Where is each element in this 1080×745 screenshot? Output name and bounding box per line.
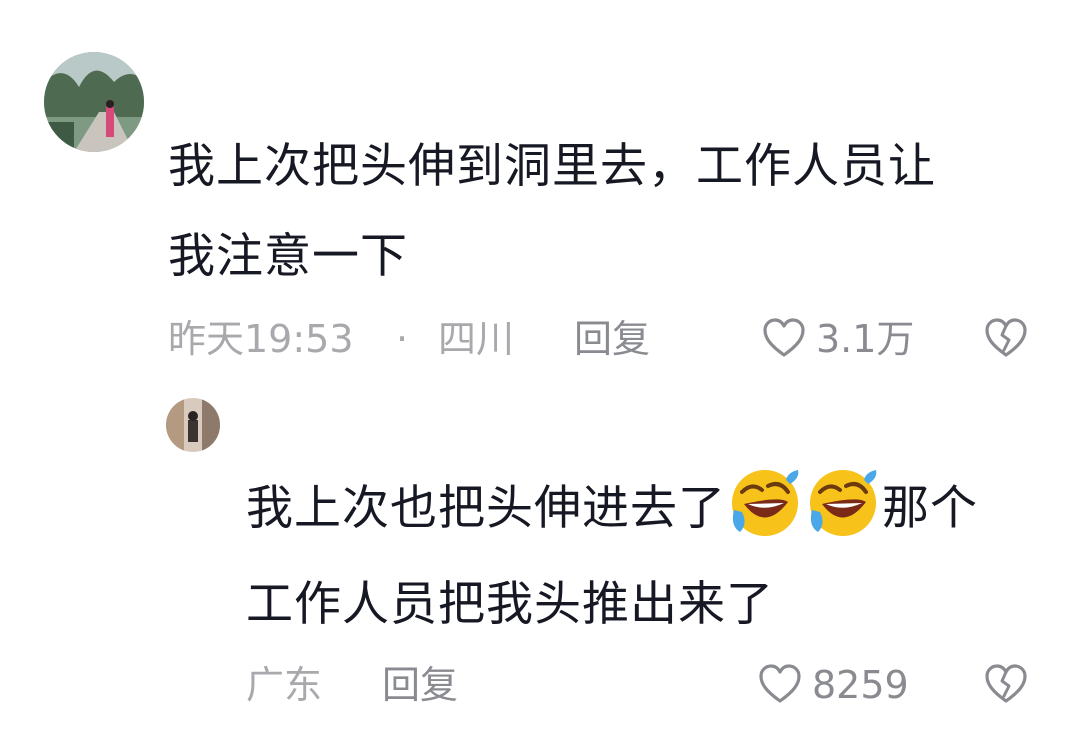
comment-2-reply-button[interactable]: 回复 (382, 660, 458, 710)
avatar-commenter-2[interactable] (166, 398, 220, 452)
meta-separator-dot: · (396, 317, 409, 361)
broken-heart-icon[interactable] (984, 664, 1028, 704)
avatar-commenter-1[interactable] (44, 52, 144, 152)
comment-2-text-line-2: 工作人员把我头推出来了 (246, 577, 774, 632)
comment-2-like-count: 8259 (812, 663, 909, 707)
comment-2-text-part-b: 那个 (882, 481, 978, 536)
comment-1-reply-button[interactable]: 回复 (574, 314, 650, 364)
comment-1-like-count: 3.1万 (816, 317, 915, 361)
avatar-image (166, 398, 220, 452)
comment-2-location: 广东 (246, 663, 323, 707)
comment-1-text-line-1: 我上次把头伸到洞里去，工作人员让 (168, 139, 936, 194)
comment-1-time: 昨天19:53 (168, 317, 354, 361)
comment-2-text-line-1: 我上次也把头伸进去了 那个 (246, 464, 978, 554)
rolling-on-floor-laughing-emoji (728, 466, 802, 540)
avatar-image (44, 52, 144, 152)
rolling-on-floor-laughing-emoji (806, 466, 880, 540)
broken-heart-icon[interactable] (984, 318, 1028, 358)
heart-outline-icon[interactable] (762, 318, 806, 358)
heart-outline-icon[interactable] (758, 664, 802, 704)
comment-1-location: 四川 (438, 317, 515, 361)
comment-1-text-line-2: 我注意一下 (168, 229, 408, 284)
comment-2-text-part-a: 我上次也把头伸进去了 (246, 481, 726, 536)
